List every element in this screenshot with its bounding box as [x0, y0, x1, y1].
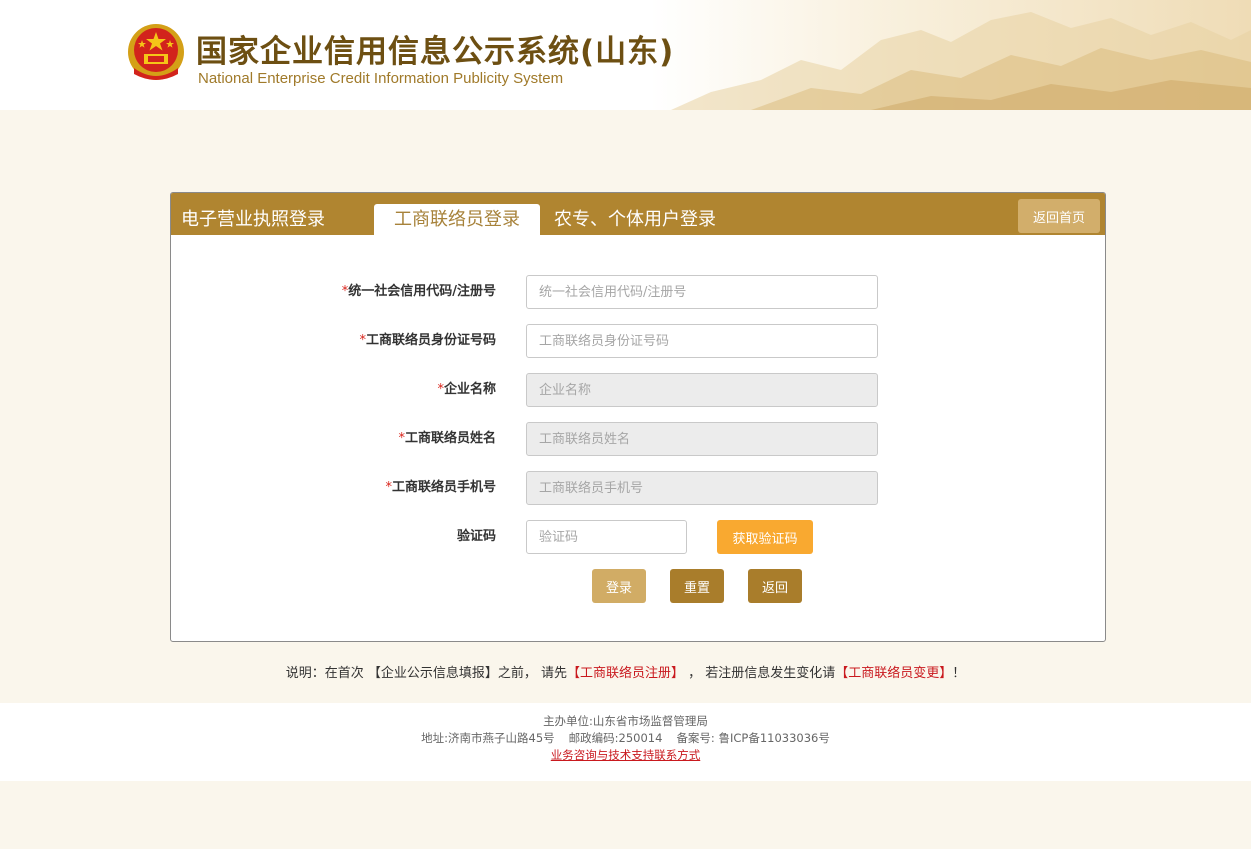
liaison-register-link[interactable]: 【工商联络员注册】: [567, 666, 684, 681]
tab-liaison-login[interactable]: 工商联络员登录: [374, 204, 540, 235]
note-middle: ， 若注册信息发生变化请: [683, 666, 836, 681]
liaison-phone-label: *工商联络员手机号: [385, 480, 496, 495]
id-number-input[interactable]: [526, 324, 878, 358]
footer-sponsor: 主办单位:山东省市场监督管理局: [543, 714, 708, 728]
liaison-change-link[interactable]: 【工商联络员变更】: [835, 666, 952, 681]
site-header: 国家企业信用信息公示系统(山东) National Enterprise Cre…: [0, 0, 1251, 110]
liaison-name-label: *工商联络员姓名: [398, 431, 496, 446]
mountain-landscape-image: [671, 12, 1251, 110]
form-row-liaison-phone: *工商联络员手机号: [171, 471, 1105, 505]
site-title: 国家企业信用信息公示系统(山东): [196, 34, 675, 70]
reset-button[interactable]: 重置: [670, 569, 724, 603]
tab-electronic-license-login[interactable]: 电子营业执照登录: [181, 204, 325, 235]
return-home-button[interactable]: 返回首页: [1018, 199, 1100, 233]
login-panel: 电子营业执照登录 工商联络员登录 农专、个体用户登录 返回首页 *统一社会信用代…: [170, 192, 1106, 642]
tab-farmer-individual-login[interactable]: 农专、个体用户登录: [554, 204, 716, 235]
form-row-credit-code: *统一社会信用代码/注册号: [171, 275, 1105, 309]
credit-code-input[interactable]: [526, 275, 878, 309]
footer-icp: 备案号: 鲁ICP备11033036号: [676, 731, 830, 745]
company-name-input: [526, 373, 878, 407]
login-tab-bar: 电子营业执照登录 工商联络员登录 农专、个体用户登录 返回首页: [171, 193, 1105, 235]
site-subtitle: National Enterprise Credit Information P…: [198, 70, 564, 87]
site-footer: 主办单位:山东省市场监督管理局 地址:济南市燕子山路45号 邮政编码:250014…: [0, 703, 1251, 781]
login-button[interactable]: 登录: [592, 569, 646, 603]
footer-address-line: 地址:济南市燕子山路45号 邮政编码:250014 备案号: 鲁ICP备110330…: [0, 730, 1251, 746]
get-captcha-button[interactable]: 获取验证码: [717, 520, 813, 554]
liaison-name-input: [526, 422, 878, 456]
footer-postcode: 邮政编码:250014: [568, 731, 663, 745]
captcha-label: 验证码: [456, 529, 496, 544]
instruction-note: 说明：在首次 【企业公示信息填报】之前， 请先【工商联络员注册】 ， 若注册信息…: [0, 662, 1251, 681]
note-suffix: ！: [952, 666, 966, 681]
national-emblem-icon: [128, 24, 184, 80]
form-row-company-name: *企业名称: [171, 373, 1105, 407]
company-name-label: *企业名称: [437, 382, 496, 397]
captcha-input[interactable]: [526, 520, 687, 554]
id-number-label: *工商联络员身份证号码: [359, 333, 496, 348]
form-row-liaison-name: *工商联络员姓名: [171, 422, 1105, 456]
liaison-phone-input: [526, 471, 878, 505]
support-contact-link[interactable]: 业务咨询与技术支持联系方式: [0, 747, 1251, 763]
credit-code-label: *统一社会信用代码/注册号: [341, 284, 496, 299]
form-row-id-number: *工商联络员身份证号码: [171, 324, 1105, 358]
note-prefix: 说明：在首次 【企业公示信息填报】之前， 请先: [285, 666, 567, 681]
back-button[interactable]: 返回: [748, 569, 802, 603]
form-action-row: 登录 重置 返回: [171, 569, 1105, 603]
form-row-captcha: 验证码 获取验证码: [171, 520, 1105, 554]
footer-address: 地址:济南市燕子山路45号: [421, 731, 555, 745]
